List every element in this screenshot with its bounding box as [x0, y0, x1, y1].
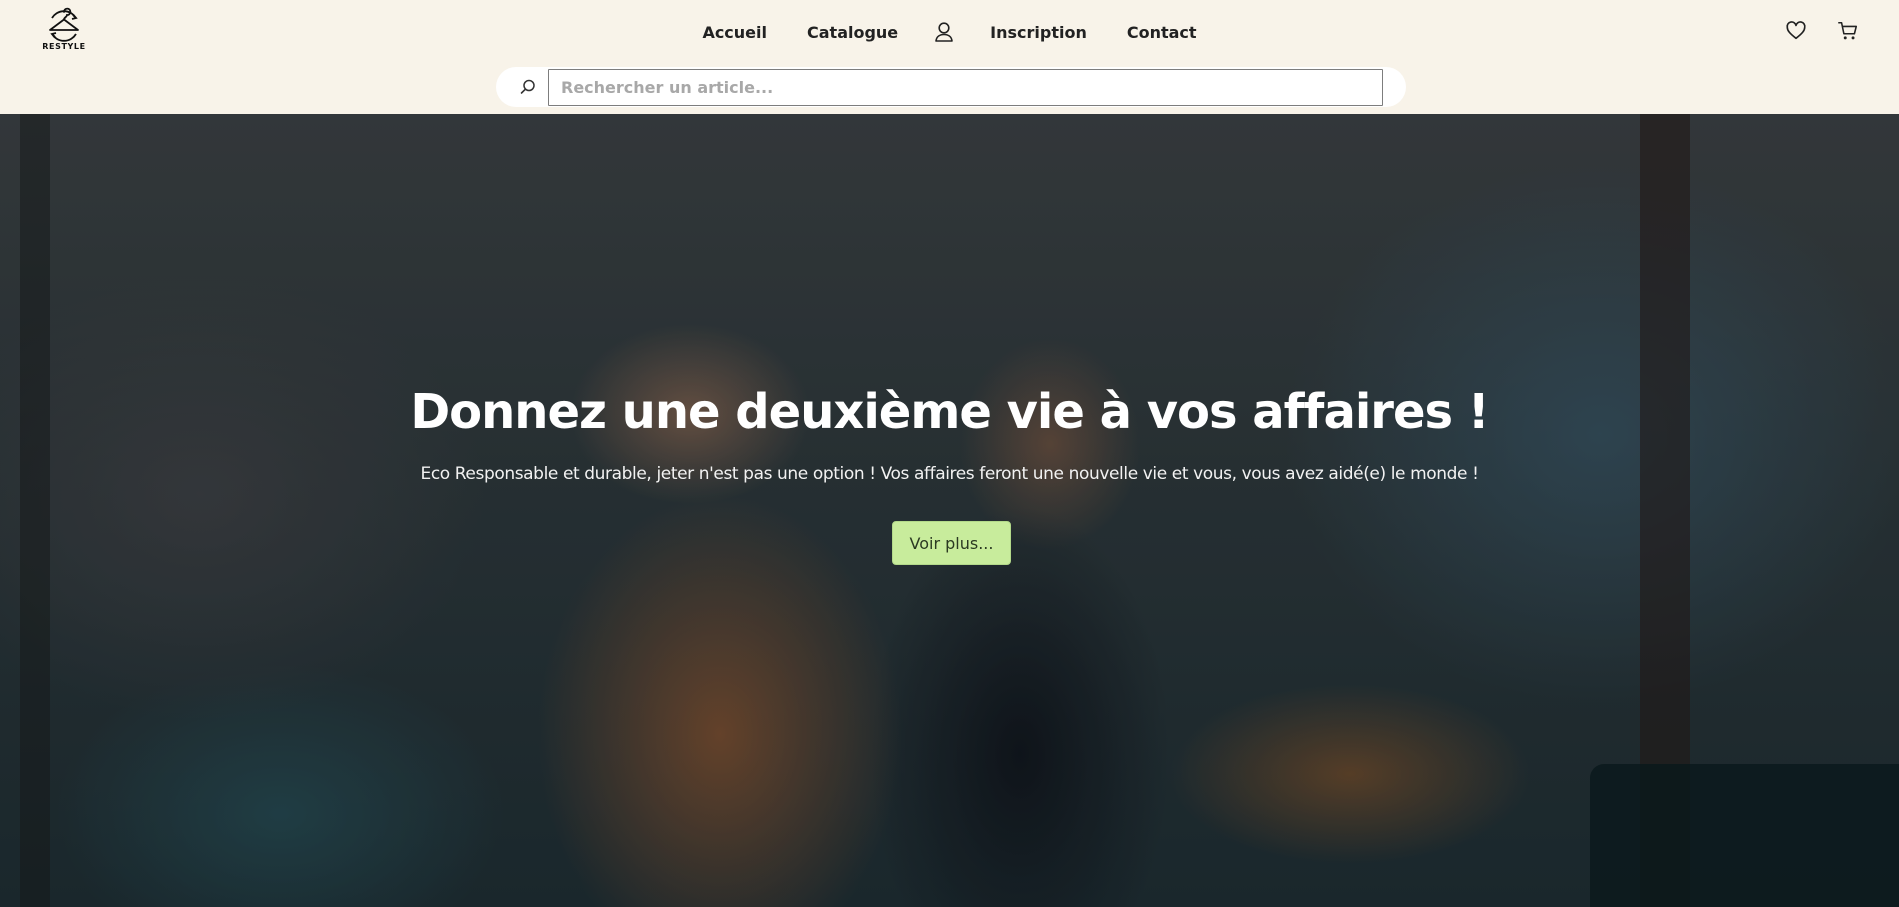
search-bar — [496, 67, 1406, 107]
site-header: RESTYLE Accueil Catalogue Inscription Co… — [0, 0, 1899, 114]
wishlist-button[interactable] — [1785, 20, 1807, 42]
heart-icon — [1786, 21, 1806, 40]
nav-item-catalogue[interactable]: Catalogue — [787, 23, 918, 42]
user-icon — [935, 22, 953, 42]
nav-item-contact[interactable]: Contact — [1107, 23, 1217, 42]
see-more-button[interactable]: Voir plus... — [892, 521, 1011, 565]
main-nav: Accueil Catalogue Inscription Contact — [0, 16, 1899, 48]
nav-item-account[interactable] — [918, 20, 970, 44]
search-icon[interactable] — [519, 78, 537, 96]
nav-item-inscription[interactable]: Inscription — [970, 23, 1107, 42]
cart-icon — [1838, 21, 1858, 40]
cart-button[interactable] — [1837, 20, 1859, 42]
hero-title: Donnez une deuxième vie à vos affaires ! — [410, 384, 1489, 440]
hero-section: Donnez une deuxième vie à vos affaires !… — [0, 114, 1899, 907]
search-input[interactable] — [548, 69, 1383, 106]
nav-item-accueil[interactable]: Accueil — [682, 23, 787, 42]
hero-subtitle: Eco Responsable et durable, jeter n'est … — [420, 464, 1479, 484]
header-actions — [1785, 20, 1859, 42]
